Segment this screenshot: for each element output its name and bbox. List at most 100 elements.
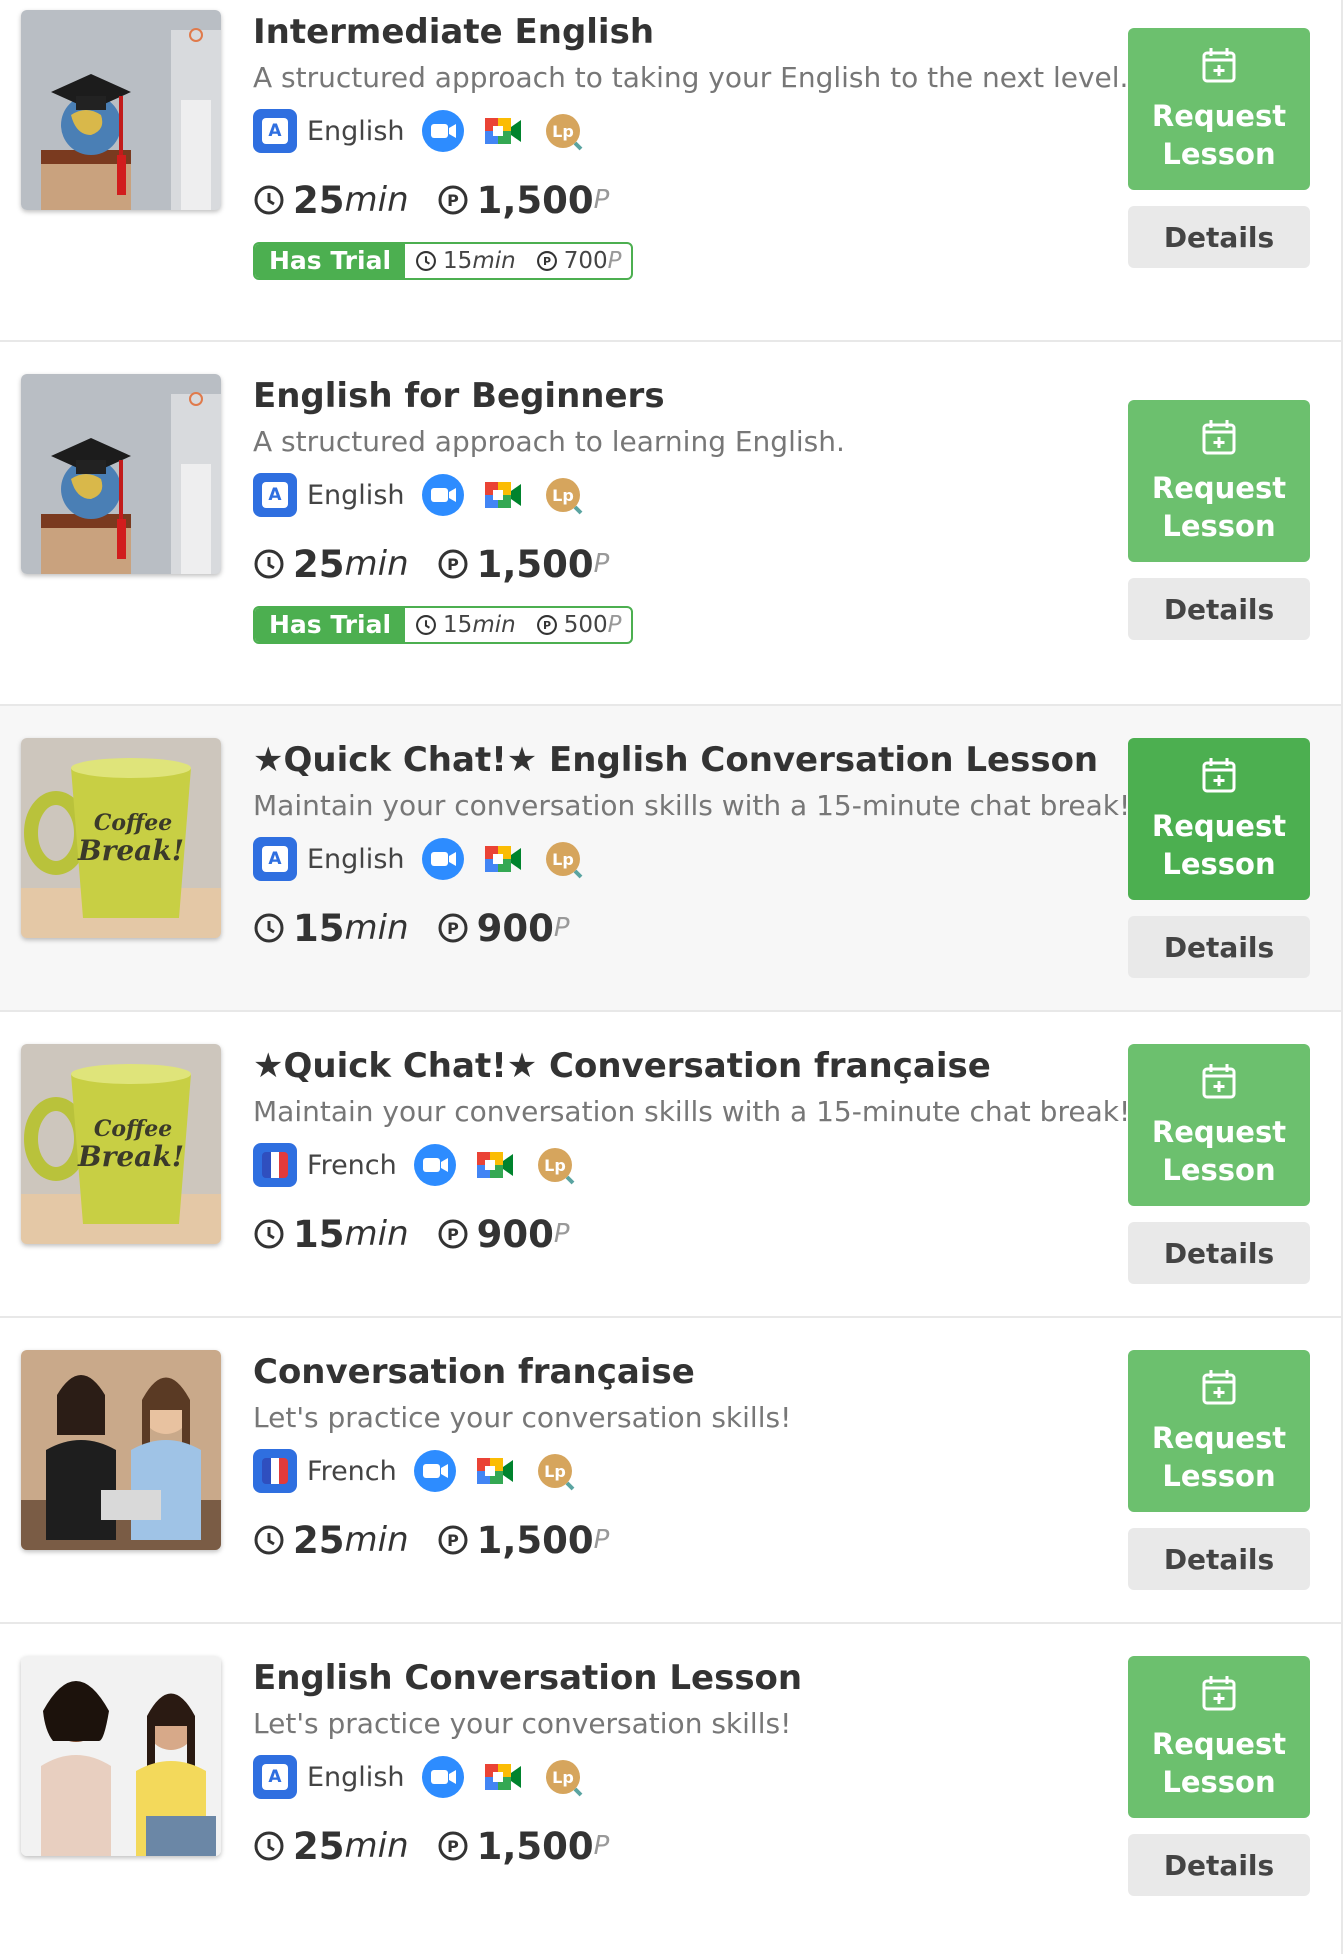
lesson-card: Coffee Break! ★Quick Chat!★ English Conv…	[0, 706, 1343, 1012]
price-value: 1,500	[476, 1824, 594, 1868]
lesson-actions: Request Lesson Details	[1128, 738, 1310, 978]
request-lesson-label: Request Lesson	[1151, 809, 1287, 881]
lesson-actions: Request Lesson Details	[1128, 28, 1310, 268]
lesson-info: Intermediate English A structured approa…	[253, 10, 1129, 280]
svg-text:Lp: Lp	[544, 1462, 566, 1481]
points-icon: P	[438, 185, 468, 215]
french-flag-icon	[253, 1449, 297, 1493]
lesson-thumbnail[interactable]: Coffee Break!	[21, 1044, 221, 1244]
trial-price-unit: P	[607, 612, 622, 638]
trial-duration-value: 15	[443, 612, 473, 638]
points-icon: P	[536, 251, 557, 271]
duration-value: 25	[293, 542, 345, 586]
trial-duration: 15 min	[405, 248, 526, 274]
request-lesson-button[interactable]: Request Lesson	[1128, 1656, 1310, 1818]
lesson-info: Conversation française Let's practice yo…	[253, 1350, 1113, 1568]
duration-value: 25	[293, 1518, 345, 1562]
trial-price-unit: P	[607, 248, 622, 274]
lesson-thumbnail[interactable]	[21, 10, 221, 210]
lp-icon: Lp	[537, 1148, 575, 1185]
svg-text:P: P	[447, 1531, 459, 1550]
details-button[interactable]: Details	[1128, 578, 1310, 640]
svg-text:P: P	[447, 919, 459, 938]
price-value: 1,500	[476, 178, 594, 222]
trial-price-value: 500	[563, 612, 608, 638]
language-name: English	[307, 115, 405, 147]
lesson-title[interactable]: English Conversation Lesson	[253, 1656, 1113, 1700]
lesson-meta: 15 min P 900 P	[253, 1206, 1113, 1262]
lesson-meta: 25 min P 1,500 P	[253, 1818, 1113, 1874]
trial-badge: Has Trial 15 min P 700 P	[253, 242, 634, 280]
svg-text:P: P	[543, 255, 551, 268]
clock-icon	[254, 549, 284, 579]
lesson-title[interactable]: Intermediate English	[253, 10, 1113, 54]
lesson-card: English Conversation Lesson Let's practi…	[0, 1624, 1343, 1954]
price-unit: P	[593, 1831, 610, 1861]
lesson-subtitle: A structured approach to taking your Eng…	[253, 61, 1129, 94]
mug-text-1: Coffee	[94, 1116, 172, 1142]
mug-text-2: Break!	[77, 834, 184, 867]
lesson-thumbnail[interactable]: Coffee Break!	[21, 738, 221, 938]
details-button[interactable]: Details	[1128, 1528, 1310, 1590]
lesson-subtitle: Maintain your conversation skills with a…	[253, 789, 1131, 822]
graduation-globe-image	[21, 10, 221, 210]
price-value: 1,500	[476, 542, 594, 586]
points-icon: P	[438, 913, 468, 943]
lesson-title[interactable]: ★Quick Chat!★ English Conversation Lesso…	[253, 738, 1113, 782]
lesson-title[interactable]: ★Quick Chat!★ Conversation française	[253, 1044, 1113, 1088]
google-meet-icon	[484, 1764, 521, 1790]
lesson-meta: 25 min P 1,500 P	[253, 536, 1113, 592]
lesson-thumbnail[interactable]	[21, 374, 221, 574]
lesson-subtitle: Let's practice your conversation skills!	[253, 1401, 792, 1434]
lesson-info: English Conversation Lesson Let's practi…	[253, 1656, 1113, 1874]
two-women-talking-image	[21, 1350, 221, 1550]
calendar-add-icon	[1202, 420, 1236, 455]
request-lesson-label: Request Lesson	[1151, 99, 1287, 171]
coffee-mug-image: Coffee Break!	[21, 738, 221, 938]
lesson-title[interactable]: Conversation française	[253, 1350, 1113, 1394]
google-meet-icon	[484, 482, 521, 508]
google-meet-icon	[484, 846, 521, 872]
mug-text-1: Coffee	[94, 810, 172, 836]
lesson-card: Intermediate English A structured approa…	[0, 0, 1343, 342]
details-button[interactable]: Details	[1128, 206, 1310, 268]
request-lesson-button[interactable]: Request Lesson	[1128, 1350, 1310, 1512]
duration-value: 15	[293, 1212, 345, 1256]
request-lesson-label: Request Lesson	[1151, 1115, 1287, 1187]
svg-text:Lp: Lp	[544, 1156, 566, 1175]
points-icon: P	[438, 549, 468, 579]
google-meet-icon	[476, 1152, 513, 1178]
duration-unit: min	[344, 180, 409, 220]
request-lesson-button[interactable]: Request Lesson	[1128, 400, 1310, 562]
language-row: A English Lp	[253, 1752, 1113, 1802]
duration-value: 25	[293, 1824, 345, 1868]
svg-text:Lp: Lp	[552, 122, 574, 141]
clock-icon	[254, 1219, 284, 1249]
details-button[interactable]: Details	[1128, 916, 1310, 978]
lesson-thumbnail[interactable]	[21, 1350, 221, 1550]
calendar-add-icon	[1202, 48, 1236, 83]
google-meet-icon	[476, 1458, 513, 1484]
lesson-title[interactable]: English for Beginners	[253, 374, 1113, 418]
clock-icon	[254, 1525, 284, 1555]
lesson-card: Conversation française Let's practice yo…	[0, 1318, 1343, 1624]
details-button[interactable]: Details	[1128, 1834, 1310, 1896]
lesson-actions: Request Lesson Details	[1128, 1656, 1310, 1896]
request-lesson-button[interactable]: Request Lesson	[1128, 1044, 1310, 1206]
duration-unit: min	[344, 544, 409, 584]
request-lesson-button[interactable]: Request Lesson	[1128, 738, 1310, 900]
details-button[interactable]: Details	[1128, 1222, 1310, 1284]
lesson-thumbnail[interactable]	[21, 1656, 221, 1856]
request-lesson-label: Request Lesson	[1151, 1421, 1287, 1493]
mug-text-2: Break!	[77, 1140, 184, 1173]
language-row: A English Lp	[253, 470, 1113, 520]
lesson-info: ★Quick Chat!★ English Conversation Lesso…	[253, 738, 1131, 956]
trial-label: Has Trial	[255, 244, 406, 278]
request-lesson-label: Request Lesson	[1151, 1727, 1287, 1799]
calendar-add-icon	[1202, 758, 1236, 793]
price-unit: P	[553, 913, 570, 943]
request-lesson-button[interactable]: Request Lesson	[1128, 28, 1310, 190]
lp-icon: Lp	[545, 114, 582, 151]
price-unit: P	[553, 1219, 570, 1249]
svg-text:P: P	[447, 1225, 459, 1244]
